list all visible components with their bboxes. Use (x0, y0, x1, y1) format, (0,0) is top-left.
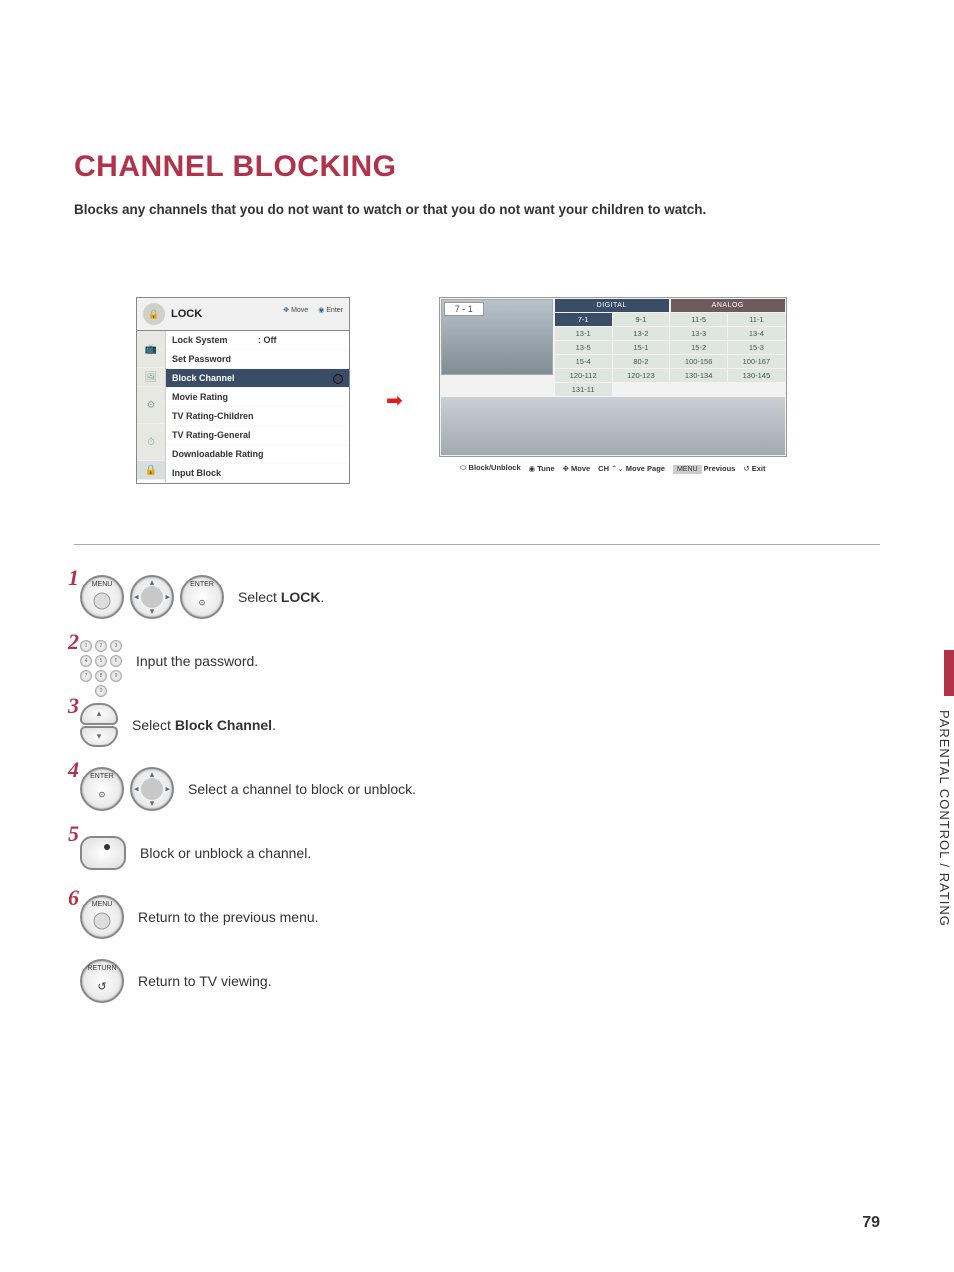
updown-button-icon: ▴ ▾ (80, 703, 118, 747)
channel-cell[interactable]: 7-1 (555, 313, 612, 326)
menu-button-icon: MENU (80, 575, 124, 619)
step-2: 2 123 456 789 0 Input the password. (74, 639, 880, 683)
return-button-icon: RETURN ↺ (80, 959, 124, 1003)
step-1: 1 MENU ▴▾◂▸ ENTER ⊙ Select LOCK. (74, 575, 880, 619)
arrow-right-icon: ➡ (386, 388, 403, 413)
channel-cell[interactable]: 15-1 (613, 341, 670, 354)
tab-analog[interactable]: ANALOG (671, 299, 785, 312)
menu-item-movie-rating[interactable]: Movie Rating (166, 388, 349, 407)
tab-digital[interactable]: DIGITAL (555, 299, 669, 312)
side-tab: PARENTAL CONTROL / RATING (932, 650, 954, 930)
menu-item-lock-system[interactable]: Lock System: Off (166, 331, 349, 350)
channel-cell[interactable]: 11-5 (670, 313, 727, 326)
channel-cell[interactable]: 13-4 (728, 327, 785, 340)
menu-item-set-password[interactable]: Set Password (166, 350, 349, 369)
channel-cell[interactable]: 130-134 (670, 369, 727, 382)
step-number: 2 (68, 629, 79, 655)
channel-lower-preview (441, 397, 785, 455)
page-number: 79 (862, 1214, 880, 1232)
step-4: 4 ENTER ⊙ ▴▾◂▸ Select a channel to block… (74, 767, 880, 811)
section-marker (944, 650, 954, 696)
step-text: Input the password. (136, 653, 258, 669)
menu-title: LOCK (171, 308, 202, 320)
channel-cell[interactable]: 15-2 (670, 341, 727, 354)
step-text: Return to the previous menu. (138, 909, 319, 925)
current-channel-chip: 7 - 1 (444, 302, 484, 316)
step-text: Select a channel to block or unblock. (188, 781, 416, 797)
channel-cell[interactable]: 80-2 (613, 355, 670, 368)
menu-hints: ✥ Move ◉ Enter (283, 306, 343, 314)
step-number: 6 (68, 885, 79, 911)
channel-cell[interactable]: 13-1 (555, 327, 612, 340)
step-text: Return to TV viewing. (138, 973, 272, 989)
divider (74, 544, 880, 545)
nav-button-icon: ▴▾◂▸ (130, 575, 174, 619)
steps: 1 MENU ▴▾◂▸ ENTER ⊙ Select LOCK. 2 (74, 575, 880, 1003)
channel-cell[interactable]: 120-123 (613, 369, 670, 382)
channel-hints: ⬭ Block/Unblock ◉ Tune ✥ Move CH ⌃⌄ Move… (439, 457, 787, 479)
channel-cell[interactable]: 120-112 (555, 369, 612, 382)
step-number: 5 (68, 821, 79, 847)
enter-button-icon: ENTER ⊙ (180, 575, 224, 619)
step-number: 4 (68, 757, 79, 783)
menu-button-icon: MENU (80, 895, 124, 939)
page-title: CHANNEL BLOCKING (74, 150, 880, 184)
channel-cell[interactable]: 15-3 (728, 341, 785, 354)
menu-header: 🔒 LOCK ✥ Move ◉ Enter (137, 298, 349, 331)
channel-cell[interactable]: 13-3 (670, 327, 727, 340)
nav-button-icon: ▴▾◂▸ (130, 767, 174, 811)
channel-cell[interactable]: 11-1 (728, 313, 785, 326)
step-number: 3 (68, 693, 79, 719)
channel-grid: 7-1 9-1 11-5 11-1 13-1 13-2 13-3 13-4 13… (555, 313, 785, 396)
step-3: 3 ▴ ▾ Select Block Channel. (74, 703, 880, 747)
menu-item-block-channel[interactable]: Block Channel (166, 369, 349, 388)
menu-item-downloadable-rating[interactable]: Downloadable Rating (166, 445, 349, 464)
channel-cell[interactable]: 13-5 (555, 341, 612, 354)
upper-illustration: 🔒 LOCK ✥ Move ◉ Enter 📺 🖼 ⚙ ⏱ 🔒 (74, 297, 880, 484)
menu-item-input-block[interactable]: Input Block (166, 464, 349, 483)
section-label: PARENTAL CONTROL / RATING (937, 710, 952, 927)
step-5: 5 Block or unblock a channel. (74, 831, 880, 875)
step-6: 6 MENU Return to the previous menu. (74, 895, 880, 939)
step-text: Block or unblock a channel. (140, 845, 311, 861)
step-text: Select Block Channel. (132, 717, 276, 733)
menu-item-tv-rating-general[interactable]: TV Rating-General (166, 426, 349, 445)
channel-cell[interactable]: 131-11 (555, 383, 612, 396)
lock-menu-box: 🔒 LOCK ✥ Move ◉ Enter 📺 🖼 ⚙ ⏱ 🔒 (136, 297, 350, 484)
menu-item-tv-rating-children[interactable]: TV Rating-Children (166, 407, 349, 426)
channel-cell[interactable]: 15-4 (555, 355, 612, 368)
channel-list-box: 7 - 1 DIGITAL ANALOG 7-1 9-1 11-5 11-1 1… (439, 297, 787, 479)
channel-cell[interactable]: 130-145 (728, 369, 785, 382)
side-icons: 📺 🖼 ⚙ ⏱ 🔒 (137, 331, 166, 483)
step-text: Select LOCK. (238, 589, 324, 605)
enter-button-icon: ENTER ⊙ (80, 767, 124, 811)
channel-cell[interactable]: 100-167 (728, 355, 785, 368)
channel-cell[interactable]: 100-156 (670, 355, 727, 368)
channel-cell[interactable]: 13-2 (613, 327, 670, 340)
lock-icon: 🔒 (143, 303, 165, 325)
channel-cell[interactable]: 9-1 (613, 313, 670, 326)
step-return: RETURN ↺ Return to TV viewing. (74, 959, 880, 1003)
channel-preview: 7 - 1 (441, 299, 553, 375)
wide-button-icon (80, 836, 126, 870)
step-number: 1 (68, 565, 79, 591)
keypad-icon: 123 456 789 0 (80, 640, 122, 682)
subtitle: Blocks any channels that you do not want… (74, 202, 880, 217)
